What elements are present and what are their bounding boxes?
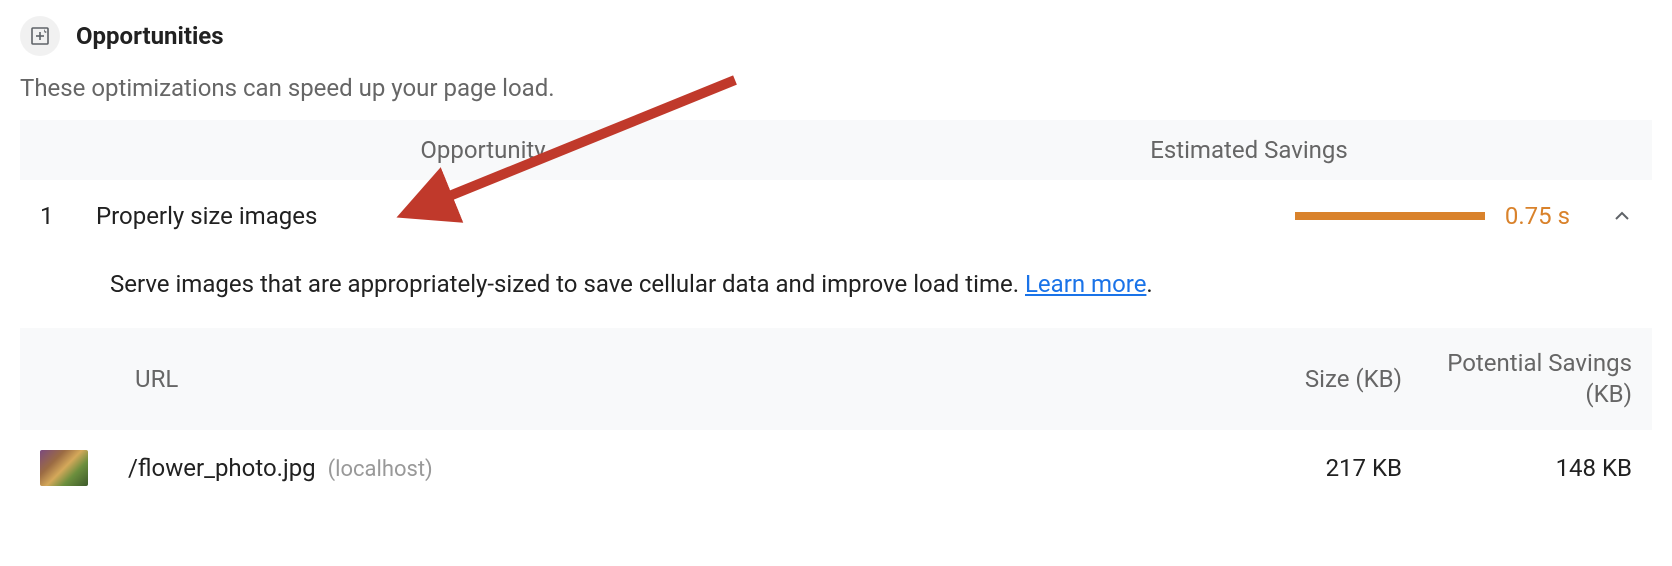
image-thumbnail xyxy=(40,450,88,486)
details-table-header: URL Size (KB) Potential Savings (KB) xyxy=(20,328,1652,430)
chevron-up-icon xyxy=(1612,206,1632,226)
learn-more-link[interactable]: Learn more xyxy=(1025,270,1146,298)
column-size: Size (KB) xyxy=(1242,365,1402,393)
section-description: These optimizations can speed up your pa… xyxy=(20,74,1652,102)
savings-bar xyxy=(1295,212,1485,220)
opportunities-table-header: Opportunity Estimated Savings xyxy=(20,120,1652,180)
opportunity-number: 1 xyxy=(40,202,70,230)
resource-path: /flower_photo.jpg xyxy=(128,454,316,482)
column-savings: Estimated Savings xyxy=(866,136,1632,164)
collapse-toggle[interactable] xyxy=(1612,206,1632,226)
opportunity-title: Properly size images xyxy=(96,202,1269,230)
resource-potential-savings: 148 KB xyxy=(1402,454,1632,482)
details-row: /flower_photo.jpg (localhost) 217 KB 148… xyxy=(20,430,1652,506)
section-title: Opportunities xyxy=(76,22,224,50)
opportunity-description: Serve images that are appropriately-size… xyxy=(110,270,1153,298)
savings-indicator: 0.75 s xyxy=(1295,202,1570,230)
column-potential-savings: Potential Savings (KB) xyxy=(1402,348,1632,410)
column-opportunity: Opportunity xyxy=(40,136,866,164)
opportunity-description-text: Serve images that are appropriately-size… xyxy=(110,270,1025,298)
opportunity-description-row: Serve images that are appropriately-size… xyxy=(20,252,1652,328)
sparkle-add-icon xyxy=(30,26,50,46)
opportunity-description-suffix: . xyxy=(1146,270,1152,298)
opportunity-row[interactable]: 1 Properly size images 0.75 s xyxy=(20,180,1652,252)
column-url: URL xyxy=(40,365,1242,393)
resource-host: (localhost) xyxy=(328,457,433,482)
opportunities-icon xyxy=(20,16,60,56)
resource-url[interactable]: /flower_photo.jpg (localhost) xyxy=(128,454,1242,482)
section-header: Opportunities xyxy=(20,16,1652,56)
resource-size: 217 KB xyxy=(1242,454,1402,482)
savings-value: 0.75 s xyxy=(1505,202,1570,230)
